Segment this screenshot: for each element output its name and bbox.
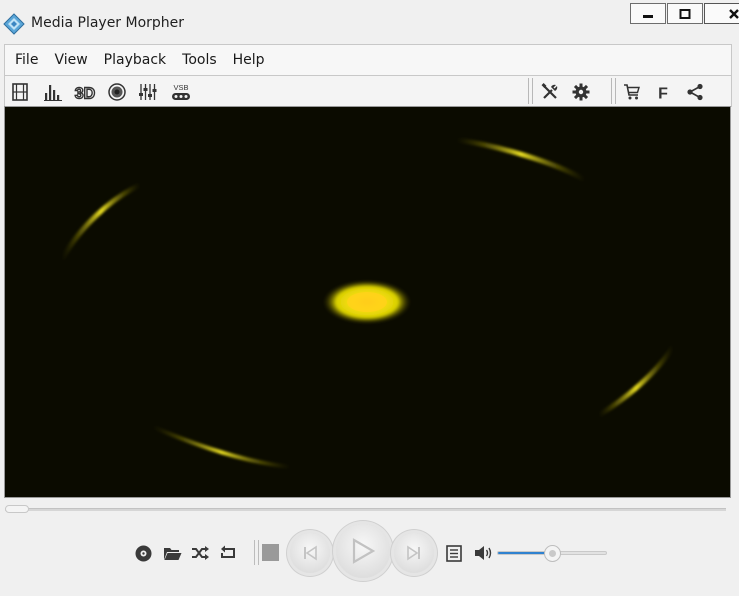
tools-button[interactable] [539, 81, 561, 103]
app-window: Media Player Morpher File View Playback … [0, 0, 739, 596]
3d-button[interactable]: 3D [73, 81, 97, 103]
menu-bar: File View Playback Tools Help [4, 44, 732, 75]
repeat-icon [221, 545, 235, 558]
repeat-button[interactable] [218, 544, 238, 562]
speaker-button[interactable] [106, 81, 128, 103]
close-button[interactable] [704, 3, 739, 24]
tools-icon [541, 83, 558, 99]
visualization-graphic [59, 137, 676, 469]
svg-text:3D: 3D [75, 86, 95, 102]
visualization-area[interactable] [4, 106, 731, 498]
next-button[interactable] [394, 533, 434, 573]
vsb-button[interactable]: VSB [168, 81, 194, 103]
stop-icon [262, 544, 279, 561]
menu-view[interactable]: View [46, 45, 95, 75]
svg-text:F: F [658, 86, 668, 102]
title-bar: Media Player Morpher [0, 3, 739, 43]
minimize-icon [643, 14, 653, 18]
gear-icon [572, 83, 590, 101]
shuffle-icon [192, 546, 209, 560]
equalizer-button[interactable] [137, 81, 159, 103]
vsb-icon: VSB [172, 83, 190, 100]
volume-icon [474, 546, 491, 560]
stop-button[interactable] [262, 544, 279, 561]
seek-bar[interactable] [5, 505, 726, 513]
share-button[interactable] [684, 81, 706, 103]
menu-help[interactable]: Help [225, 45, 273, 75]
menu-file[interactable]: File [5, 45, 46, 75]
disc-icon [135, 545, 151, 561]
play-button[interactable] [336, 524, 390, 578]
skip-previous-icon [304, 545, 317, 561]
seek-thumb[interactable] [5, 505, 29, 513]
facebook-button[interactable]: F [652, 81, 674, 103]
window-title: Media Player Morpher [31, 15, 185, 31]
maximize-icon [679, 8, 691, 19]
controls-divider [254, 540, 259, 565]
open-folder-button[interactable] [162, 544, 182, 562]
folder-icon [163, 547, 181, 560]
shuffle-button[interactable] [190, 544, 210, 562]
speaker-icon [108, 83, 126, 101]
mute-button[interactable] [473, 544, 493, 562]
film-icon [12, 83, 28, 101]
menu-playback[interactable]: Playback [96, 45, 174, 75]
menu-tools[interactable]: Tools [174, 45, 225, 75]
volume-thumb[interactable] [543, 545, 561, 562]
previous-button[interactable] [290, 533, 330, 573]
app-logo-icon [3, 13, 25, 35]
toolbar: 3D VSB F [4, 75, 732, 107]
spectrum-icon [44, 85, 62, 101]
equalizer-icon [139, 84, 157, 100]
seek-track [5, 508, 726, 511]
skip-next-icon [407, 545, 420, 561]
facebook-icon: F [658, 86, 668, 102]
playlist-button[interactable] [445, 544, 463, 562]
playlist-icon [446, 544, 462, 562]
toolbar-separator [611, 78, 616, 104]
play-icon [352, 538, 375, 564]
close-icon [729, 8, 739, 19]
minimize-button[interactable] [630, 3, 666, 24]
cart-button[interactable] [621, 81, 643, 103]
maximize-button[interactable] [667, 3, 703, 24]
film-button[interactable] [9, 81, 31, 103]
cart-icon [624, 84, 640, 100]
settings-button[interactable] [570, 81, 592, 103]
share-icon [687, 83, 703, 101]
spectrum-button[interactable] [42, 81, 64, 103]
toolbar-separator [528, 78, 533, 104]
svg-text:VSB: VSB [173, 83, 188, 92]
3d-icon: 3D [74, 85, 96, 102]
disc-button[interactable] [134, 544, 152, 562]
